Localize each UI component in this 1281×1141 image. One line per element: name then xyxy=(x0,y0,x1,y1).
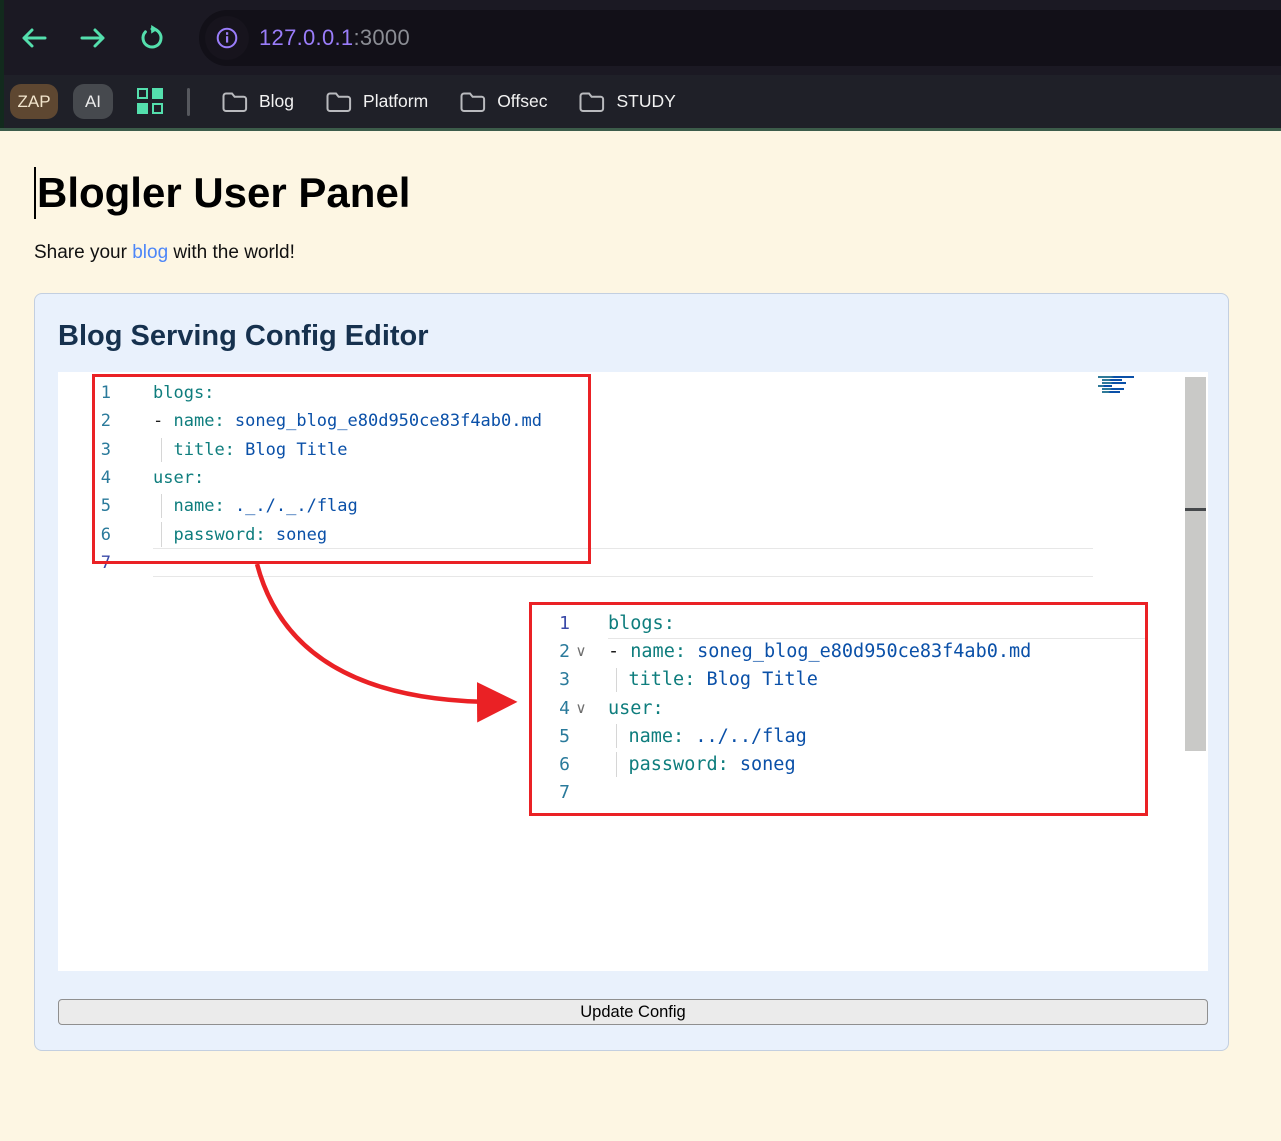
url-bar[interactable]: 127.0.0.1:3000 xyxy=(199,10,1281,66)
url-text: 127.0.0.1:3000 xyxy=(259,25,410,51)
grid-square xyxy=(152,103,163,114)
line-number: 2 xyxy=(532,641,570,662)
code-line: 2∨ - name: soneg_blog_e80d950ce83f4ab0.md xyxy=(532,637,1145,665)
page-subtitle: Share your blog with the world! xyxy=(34,242,1281,264)
bookmark-folder[interactable]: Platform xyxy=(325,91,428,113)
code-line: 3 title: Blog Title xyxy=(532,666,1145,694)
code-line: 4∨ user: xyxy=(532,694,1145,722)
code-line: 7 xyxy=(532,779,1145,807)
page-content: Blogler User Panel Share your blog with … xyxy=(0,131,1281,1051)
bookmark-ai[interactable]: AI xyxy=(73,84,113,119)
browser-toolbar: 127.0.0.1:3000 xyxy=(0,0,1281,75)
bookmark-folder-label: Platform xyxy=(363,91,428,112)
info-icon xyxy=(215,26,239,50)
line-number: 5 xyxy=(532,726,570,747)
back-button[interactable] xyxy=(13,18,53,58)
code-text: blogs: xyxy=(608,609,675,637)
bookmark-folder-label: STUDY xyxy=(616,91,675,112)
fold-chevron-icon[interactable]: ∨ xyxy=(570,699,592,717)
folder-icon xyxy=(221,91,248,113)
folder-icon xyxy=(459,91,486,113)
minimap[interactable] xyxy=(1098,376,1138,394)
forward-arrow-icon xyxy=(80,26,107,50)
page-title: Blogler User Panel xyxy=(34,167,1281,219)
grid-square xyxy=(152,88,163,99)
bookmark-folder-label: Blog xyxy=(259,91,294,112)
grid-square xyxy=(137,103,148,114)
code-text: password: soneg xyxy=(608,750,796,778)
bookmark-folder-label: Offsec xyxy=(497,91,547,112)
site-info-icon[interactable] xyxy=(205,16,249,60)
annotation-box-modified: 1blogs:2∨- name: soneg_blog_e80d950ce83f… xyxy=(529,602,1148,816)
forward-button[interactable] xyxy=(73,18,113,58)
bookmark-folder[interactable]: STUDY xyxy=(578,91,675,113)
code-line: 5 name: ../../flag xyxy=(532,722,1145,750)
apps-grid-icon[interactable] xyxy=(137,88,165,116)
window-edge xyxy=(0,0,4,128)
line-number: 1 xyxy=(532,613,570,634)
back-arrow-icon xyxy=(20,26,47,50)
editor-scrollbar[interactable] xyxy=(1185,377,1206,751)
code-text: - name: soneg_blog_e80d950ce83f4ab0.md xyxy=(608,637,1031,665)
code-text: name: ../../flag xyxy=(608,722,807,750)
bookmark-folder[interactable]: Offsec xyxy=(459,91,547,113)
scrollbar-divider xyxy=(1185,508,1206,511)
annotation-box-original xyxy=(92,374,591,564)
line-number: 6 xyxy=(532,754,570,775)
chrome-page-separator xyxy=(0,128,1281,131)
bookmark-zap[interactable]: ZAP xyxy=(10,84,58,119)
update-config-button[interactable]: Update Config xyxy=(58,999,1208,1025)
inset-current-line-border xyxy=(608,638,1145,639)
url-port: :3000 xyxy=(353,25,410,50)
browser-chrome: 127.0.0.1:3000 ZAP AI Blog Platform Offsec… xyxy=(0,0,1281,131)
code-line: 6 password: soneg xyxy=(532,750,1145,778)
folder-icon xyxy=(578,91,605,113)
bookmark-folder-list: Blog Platform Offsec STUDY xyxy=(190,91,676,113)
text-caret xyxy=(34,167,36,219)
code-text: user: xyxy=(608,694,664,722)
code-text: title: Blog Title xyxy=(608,666,818,694)
panel-title: Blog Serving Config Editor xyxy=(58,320,1228,353)
line-number: 7 xyxy=(532,782,570,803)
config-panel: Blog Serving Config Editor 1 blogs: 2 - nam… xyxy=(34,293,1229,1051)
current-line-border xyxy=(153,576,1093,577)
bookmarks-bar: ZAP AI Blog Platform Offsec STUDY xyxy=(0,75,1281,128)
url-host: 127.0.0.1 xyxy=(259,25,353,50)
fold-chevron-icon[interactable]: ∨ xyxy=(570,642,592,660)
folder-icon xyxy=(325,91,352,113)
bookmark-folder[interactable]: Blog xyxy=(221,91,294,113)
line-number: 4 xyxy=(532,698,570,719)
code-line: 1 blogs: xyxy=(532,609,1145,637)
config-editor[interactable]: 1 blogs: 2 - name: soneg_blog_e80d950ce83f4… xyxy=(58,372,1208,971)
reload-button[interactable] xyxy=(132,18,172,58)
grid-square xyxy=(137,88,148,99)
blog-link[interactable]: blog xyxy=(132,242,168,263)
reload-icon xyxy=(139,25,165,51)
line-number: 3 xyxy=(532,669,570,690)
